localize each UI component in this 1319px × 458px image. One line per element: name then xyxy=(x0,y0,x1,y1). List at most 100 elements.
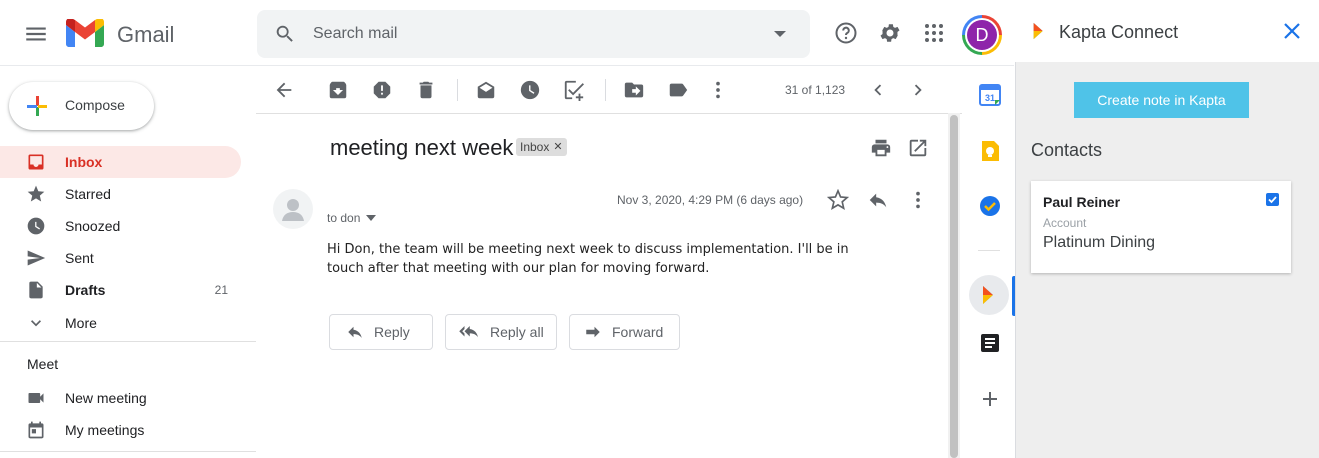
rail-divider xyxy=(978,250,1000,251)
send-icon xyxy=(26,248,46,268)
nav-label-new-meeting: New meeting xyxy=(65,390,147,406)
nav-label-my-meetings: My meetings xyxy=(65,422,145,438)
contact-card[interactable]: Paul Reiner Account Platinum Dining xyxy=(1031,181,1291,273)
compose-button[interactable]: Compose xyxy=(9,82,154,130)
nav-label-snoozed: Snoozed xyxy=(65,218,121,234)
open-in-new-window-icon[interactable] xyxy=(907,137,929,159)
print-icon[interactable] xyxy=(870,137,892,159)
tasks-addon-icon[interactable] xyxy=(979,195,1001,217)
drafts-count: 21 xyxy=(214,283,228,297)
message-date: Nov 3, 2020, 4:29 PM (6 days ago) xyxy=(617,193,804,207)
older-chevron-right-icon[interactable] xyxy=(907,79,929,101)
toolbar-bottom-divider xyxy=(256,113,962,114)
add-to-tasks-icon[interactable] xyxy=(563,79,585,101)
sender-avatar[interactable] xyxy=(273,189,313,229)
nav-label-drafts: Drafts xyxy=(65,282,106,298)
nav-item-starred[interactable]: Starred xyxy=(0,178,241,210)
inbox-icon xyxy=(26,152,46,172)
help-icon[interactable] xyxy=(834,21,858,45)
search-icon[interactable] xyxy=(274,23,296,45)
reply-all-icon xyxy=(458,323,480,341)
nav-item-new-meeting[interactable]: New meeting xyxy=(0,382,241,414)
top-bar: Gmail D xyxy=(0,0,1014,66)
nav-label-more: More xyxy=(65,315,97,331)
svg-text:31: 31 xyxy=(985,93,995,103)
archive-icon[interactable] xyxy=(327,79,349,101)
kapta-title: Kapta Connect xyxy=(1059,22,1179,42)
contacts-heading: Contacts xyxy=(1031,140,1103,160)
more-vert-icon[interactable] xyxy=(707,79,729,101)
apps-grid-icon[interactable] xyxy=(922,21,946,45)
notes-addon-icon[interactable] xyxy=(979,332,1001,354)
nav-item-more[interactable]: More xyxy=(0,307,241,339)
nav-label-sent: Sent xyxy=(65,250,94,266)
nav-item-my-meetings[interactable]: My meetings xyxy=(0,414,241,446)
forward-button[interactable]: Forward xyxy=(569,314,680,350)
get-addons-plus-icon[interactable] xyxy=(979,388,1001,410)
newer-chevron-left-icon[interactable] xyxy=(867,79,889,101)
nav-divider xyxy=(0,341,256,342)
recipient-text: to don xyxy=(327,211,361,225)
kapta-logo-icon xyxy=(1030,21,1050,41)
message-scrollbar-thumb[interactable] xyxy=(950,115,958,458)
star-icon xyxy=(26,184,46,204)
avatar-letter: D xyxy=(967,20,997,50)
reply-arrow-icon[interactable] xyxy=(867,189,889,211)
reply-all-label: Reply all xyxy=(490,324,544,340)
nav-label-starred: Starred xyxy=(65,186,111,202)
star-toggle-icon[interactable] xyxy=(827,189,849,211)
message-body: Hi Don, the team will be meeting next we… xyxy=(327,242,849,276)
reply-all-button[interactable]: Reply all xyxy=(445,314,557,350)
nav-item-drafts[interactable]: Drafts 21 xyxy=(0,274,241,306)
reply-icon xyxy=(346,323,364,341)
nav-item-sent[interactable]: Sent xyxy=(0,242,241,274)
gmail-wordmark: Gmail xyxy=(117,22,175,47)
move-to-icon[interactable] xyxy=(623,79,645,101)
close-icon[interactable] xyxy=(1282,21,1302,41)
account-label: Account xyxy=(1043,216,1087,230)
clock-icon xyxy=(26,216,46,236)
label-chip-text: Inbox xyxy=(520,140,550,154)
nav-label-inbox: Inbox xyxy=(65,154,103,170)
calendar-icon xyxy=(26,420,46,440)
remove-label-close-icon[interactable]: ✕ xyxy=(553,138,562,156)
back-arrow-icon[interactable] xyxy=(273,79,295,101)
toolbar-divider xyxy=(457,79,458,101)
draft-icon xyxy=(26,280,46,300)
nav-bottom-divider xyxy=(0,451,256,452)
message-more-vert-icon[interactable] xyxy=(907,189,929,211)
message-subject: meeting next week xyxy=(330,135,514,160)
reply-label: Reply xyxy=(374,324,410,340)
nav-item-snoozed[interactable]: Snoozed xyxy=(0,210,241,242)
gmail-logo-icon[interactable] xyxy=(66,19,104,47)
mark-unread-icon[interactable] xyxy=(475,79,497,101)
account-value: Platinum Dining xyxy=(1043,234,1156,251)
create-note-button[interactable]: Create note in Kapta xyxy=(1074,82,1249,118)
forward-icon xyxy=(584,323,602,341)
compose-plus-icon xyxy=(25,94,49,118)
main-menu-icon[interactable] xyxy=(23,21,49,47)
search-options-caret-icon[interactable] xyxy=(774,30,786,38)
label-icon[interactable] xyxy=(667,79,689,101)
recipient-line[interactable]: to don xyxy=(327,211,377,225)
nav-item-inbox[interactable]: Inbox xyxy=(0,146,241,178)
pager-count: 31 of 1,123 xyxy=(785,83,846,97)
report-spam-icon[interactable] xyxy=(371,79,393,101)
delete-icon[interactable] xyxy=(415,79,437,101)
settings-gear-icon[interactable] xyxy=(878,21,902,45)
compose-label: Compose xyxy=(65,97,125,113)
keep-addon-icon[interactable] xyxy=(979,140,1001,162)
reply-button[interactable]: Reply xyxy=(329,314,433,350)
toolbar-divider xyxy=(605,79,606,101)
calendar-addon-icon[interactable]: 31 xyxy=(979,84,1001,106)
kapta-addon-icon[interactable] xyxy=(979,284,1001,306)
meet-heading: Meet xyxy=(27,356,59,372)
contact-checkbox[interactable] xyxy=(1266,193,1279,206)
search-input[interactable] xyxy=(313,22,743,46)
snooze-clock-icon[interactable] xyxy=(519,79,541,101)
search-bar[interactable] xyxy=(257,10,810,58)
videocam-icon xyxy=(26,388,46,408)
recipient-details-caret-icon[interactable] xyxy=(366,215,377,221)
account-avatar[interactable]: D xyxy=(962,15,1002,55)
contact-name: Paul Reiner xyxy=(1043,194,1121,210)
